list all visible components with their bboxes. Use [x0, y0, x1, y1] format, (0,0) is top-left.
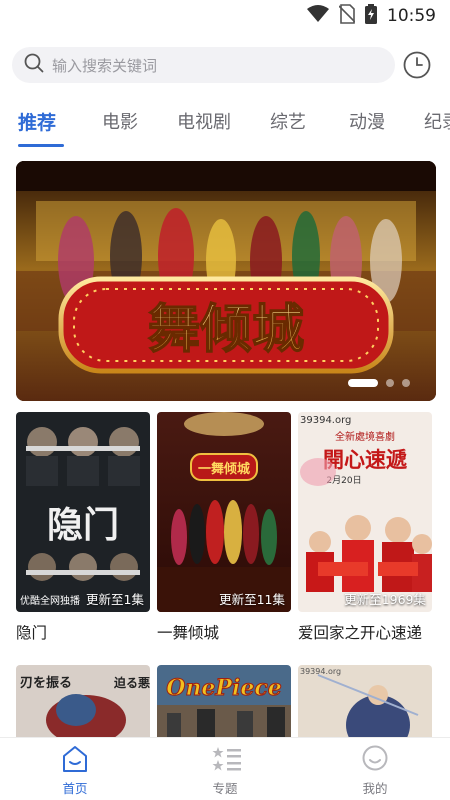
card-title: 爱回家之开心速递: [298, 624, 423, 642]
search-icon: [24, 53, 44, 77]
status-bar: 10:59: [0, 0, 450, 32]
wifi-icon: [307, 5, 329, 27]
poster-kaixinsudi: 39394.org 全新處境喜劇 開心速遞 2月20日 更新至1969集: [298, 412, 432, 612]
tab-movies[interactable]: 电影: [102, 108, 138, 134]
tab-recommend[interactable]: 推荐: [18, 108, 56, 135]
tab-variety[interactable]: 综艺: [270, 108, 306, 134]
media-card[interactable]: 刃を振る 迫る悪鬼: [16, 665, 150, 737]
no-sim-icon: [338, 4, 356, 28]
media-card[interactable]: 隐门 优酷全网独播 更新至1集 隐门: [16, 412, 150, 643]
nav-label: 我的: [362, 781, 388, 796]
poster-title-art: 隐门: [47, 505, 119, 546]
banner-logo-text: 舞倾城: [148, 299, 304, 360]
media-card[interactable]: OnePiece: [157, 665, 291, 737]
status-time: 10:59: [387, 6, 436, 26]
nav-label: 专题: [212, 781, 238, 796]
clock-icon: [402, 51, 432, 84]
carousel-dot[interactable]: [348, 379, 378, 387]
profile-icon: [362, 745, 388, 771]
poster-yiwuqingcheng: 一舞倾城 更新至11集: [157, 412, 291, 612]
tab-documentary[interactable]: 纪录: [424, 108, 450, 134]
carousel-indicator: [348, 379, 410, 387]
poster-side-text: 迫る悪鬼: [113, 675, 150, 690]
poster-title-art: OnePiece: [166, 675, 281, 701]
tab-anime[interactable]: 动漫: [349, 108, 385, 134]
recommend-grid-row-2: 刃を振る 迫る悪鬼 OnePiece 39394.org: [0, 665, 450, 737]
poster-title-art: 刃を振る: [20, 675, 72, 691]
poster-domain: 39394.org: [300, 415, 351, 426]
episode-badge: 更新至1969集: [344, 592, 426, 607]
card-title: 隐门: [16, 624, 48, 642]
nav-label: 首页: [62, 781, 88, 796]
carousel-dot[interactable]: [386, 379, 394, 387]
banner-image: 舞倾城: [16, 161, 436, 401]
tab-tv-series[interactable]: 电视剧: [177, 108, 231, 134]
carousel-dot[interactable]: [402, 379, 410, 387]
search-row: 输入搜索关键词: [0, 44, 450, 86]
poster-title-art: 開心速遞: [323, 448, 408, 472]
poster-domain: 39394.org: [300, 667, 341, 676]
category-tabs: 推荐 电影 电视剧 综艺 动漫 纪录: [0, 100, 450, 150]
card-title: 一舞倾城: [157, 624, 220, 642]
battery-charging-icon: [365, 4, 377, 28]
episode-badge: 更新至1集: [86, 592, 144, 607]
poster-caption: 全新處境喜劇: [335, 430, 395, 443]
search-placeholder: 输入搜索关键词: [52, 56, 158, 75]
poster-yinmen: 隐门 优酷全网独播 更新至1集: [16, 412, 150, 612]
poster-caption: 优酷全网独播: [20, 594, 80, 607]
episode-badge: 更新至11集: [219, 592, 285, 607]
poster-title-art: 一舞倾城: [198, 461, 250, 477]
media-card[interactable]: 39394.org 全新處境喜劇 開心速遞 2月20日 更新至1969集 爱回家…: [298, 412, 432, 643]
media-card[interactable]: 39394.org: [298, 665, 432, 737]
media-card[interactable]: 一舞倾城 更新至11集 一舞倾城: [157, 412, 291, 643]
topic-list-icon: [212, 747, 241, 771]
bottom-nav: 首页 专题 我的: [0, 737, 450, 800]
nav-topics[interactable]: 专题: [150, 738, 300, 800]
active-tab-indicator: [18, 144, 64, 147]
nav-home[interactable]: 首页: [0, 738, 150, 800]
nav-profile[interactable]: 我的: [300, 738, 450, 800]
history-button[interactable]: [402, 50, 432, 80]
search-input[interactable]: 输入搜索关键词: [12, 47, 395, 83]
home-icon: [63, 746, 87, 772]
banner-carousel[interactable]: 舞倾城: [16, 161, 436, 401]
